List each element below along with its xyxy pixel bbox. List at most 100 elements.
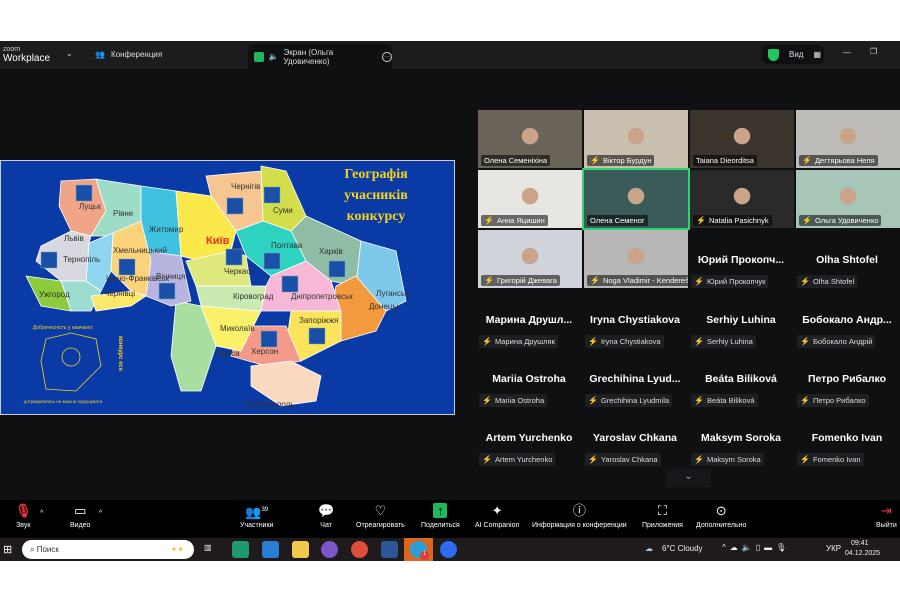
- weather-text[interactable]: 6°C Cloudy: [662, 544, 703, 553]
- more-label: Дополнительно: [696, 522, 747, 529]
- video-tile[interactable]: ⚡ Віктор Бурдун: [584, 110, 688, 168]
- video-tile[interactable]: Taiana Dieorditsa: [690, 110, 794, 168]
- audio-button[interactable]: 🎙 Звук: [15, 503, 32, 529]
- name-badge: ⚡ Юрий Прокопчук: [691, 275, 769, 288]
- audio-options-caret[interactable]: ^: [40, 510, 43, 517]
- ai-companion-button[interactable]: ✦ AI Companion: [475, 503, 519, 529]
- view-button[interactable]: Вид ▦: [762, 45, 824, 64]
- leave-button[interactable]: ⇥ Выйти: [876, 503, 897, 529]
- logo-top-text: Доброчесність у навчанні:: [33, 325, 93, 331]
- language-indicator[interactable]: УКР: [826, 544, 841, 553]
- meeting-tab[interactable]: 👥 Конференция: [95, 50, 162, 59]
- clock-time[interactable]: 09:41: [851, 540, 869, 547]
- minimize-button[interactable]: —: [843, 48, 851, 57]
- name-badge: ⚡ Iryna Chystiakova: [585, 335, 664, 348]
- task-view-icon[interactable]: ▥: [204, 543, 212, 552]
- video-tile[interactable]: ⚡ Natalia Pasichnyk: [690, 170, 794, 228]
- participant-display-name: Fomenko Ivan: [811, 432, 883, 444]
- participant-display-name: Maksym Soroka: [701, 432, 781, 444]
- mic-muted-icon: ⚡: [800, 396, 810, 405]
- participant-name: Artem Yurchenko: [494, 455, 553, 464]
- windows-start-icon[interactable]: ⊞: [3, 543, 12, 556]
- file-explorer-icon[interactable]: [292, 541, 309, 558]
- video-label: Видео: [70, 522, 91, 529]
- participant-display-name: Artem Yurchenko: [485, 432, 573, 444]
- meeting-toolbar: 🎙 Звук ▭ Видео 👥39 Участники 💬 Чат ♡ Отреагир…: [0, 500, 900, 538]
- share-button[interactable]: ↑ Поделиться: [421, 503, 460, 529]
- name-badge: ⚡ Grechihina Lyudmila: [585, 394, 673, 407]
- name-badge: ⚡ Artem Yurchenko: [479, 453, 556, 466]
- video-tile[interactable]: ⚡ Анна Яцишин: [478, 170, 582, 228]
- apps-button[interactable]: ⛶ Приложения: [642, 503, 683, 529]
- word-icon[interactable]: [381, 541, 398, 558]
- name-tile[interactable]: Iryna Chystiakova ⚡ Iryna Chystiakova: [582, 310, 688, 368]
- name-tile[interactable]: Olha Shtofel ⚡ Olha Shtofel: [794, 250, 900, 308]
- city-label: Суми: [273, 206, 293, 215]
- mic-muted-icon: ⚡: [484, 216, 494, 225]
- video-tile[interactable]: Олена Семеніхіна: [478, 110, 582, 168]
- video-tile[interactable]: Олена Семеног: [582, 168, 690, 230]
- restore-button[interactable]: ❐: [870, 47, 877, 56]
- mic-muted-icon: 🎙: [15, 503, 32, 518]
- speaker-icon: 🔈: [268, 52, 279, 61]
- zoom-taskbar-icon[interactable]: [440, 541, 457, 558]
- meeting-info-button[interactable]: ⓘ Информация о конференции: [532, 503, 627, 529]
- mic-muted-icon: ⚡: [588, 396, 598, 405]
- name-tile[interactable]: Artem Yurchenko ⚡ Artem Yurchenko: [476, 428, 582, 486]
- participant-logo-marker: [260, 330, 278, 348]
- chat-button[interactable]: 💬 Чат: [318, 503, 334, 529]
- share-tab[interactable]: 🔈 Экран (Ольга Удовиченко) ···: [248, 44, 392, 69]
- video-tile[interactable]: ⚡ Григорій Джевага: [478, 230, 582, 288]
- participants-count: 39: [261, 507, 269, 513]
- name-tile[interactable]: Beáta Biliková ⚡ Beáta Biliková: [688, 369, 794, 427]
- mic-muted-icon: ⚡: [800, 337, 810, 346]
- video-tile[interactable]: ⚡ Ольга Удовиченко: [796, 170, 900, 228]
- name-badge: ⚡ Natalia Pasichnyk: [693, 215, 772, 226]
- participants-button[interactable]: 👥39 Участники: [240, 503, 273, 529]
- more-icon[interactable]: ···: [382, 51, 392, 62]
- participant-name: Анна Яцишин: [496, 216, 545, 225]
- chevron-down-icon[interactable]: ⌄: [66, 49, 73, 58]
- react-button[interactable]: ♡ Отреагировать: [356, 503, 405, 529]
- edge-icon[interactable]: [232, 541, 249, 558]
- video-tile[interactable]: ⚡ Дегтярьова Неля: [796, 110, 900, 168]
- participant-name: Fomenko Ivan: [812, 455, 861, 464]
- name-tile[interactable]: Петро Рибалко ⚡ Петро Рибалко: [794, 369, 900, 427]
- name-tile[interactable]: Grechihina Lyud... ⚡ Grechihina Lyudmila: [582, 369, 688, 427]
- video-tile[interactable]: ⚡ Noga Vladimir - Kendereš...: [584, 230, 688, 288]
- name-tile[interactable]: Бобокало Андр... ⚡ Бобокало Андрій: [794, 310, 900, 368]
- heart-icon: ♡: [374, 503, 387, 518]
- sparkle-icon: ✦: [491, 503, 503, 518]
- share-label: Поделиться: [421, 522, 460, 529]
- share-status-icon: [254, 51, 264, 62]
- scroll-down-button[interactable]: ⌄: [666, 469, 711, 487]
- name-badge: Олена Семеніхіна: [481, 155, 551, 166]
- outlook-icon[interactable]: [262, 541, 279, 558]
- info-icon: ⓘ: [572, 503, 586, 518]
- chrome-icon[interactable]: [351, 541, 368, 558]
- clock-date[interactable]: 04.12.2025: [845, 550, 880, 557]
- notification-badge: 1: [420, 551, 429, 560]
- viber-icon[interactable]: [321, 541, 338, 558]
- video-options-caret[interactable]: ^: [99, 510, 102, 517]
- participant-name: Віктор Бурдун: [602, 156, 652, 165]
- name-tile[interactable]: Марина Друшл... ⚡ Марина Друшляк: [476, 310, 582, 368]
- more-button[interactable]: ⊙ Дополнительно: [696, 503, 746, 529]
- mic-muted-icon: ⚡: [802, 156, 812, 165]
- name-badge: ⚡ Петро Рибалко: [797, 394, 869, 407]
- mic-muted-icon: ⚡: [802, 216, 812, 225]
- slide-title-line3: конкурсу: [347, 209, 406, 224]
- video-button[interactable]: ▭ Видео: [70, 503, 90, 529]
- participant-name: Taiana Dieorditsa: [696, 156, 754, 165]
- tray-icons[interactable]: ^☁🔈▯▬🎙: [722, 543, 790, 552]
- taskbar-search[interactable]: ⌕ Поиск ✦✦: [22, 540, 194, 559]
- name-tile[interactable]: Serhiy Luhina ⚡ Serhiy Luhina: [688, 310, 794, 368]
- mic-muted-icon: ⚡: [694, 277, 704, 286]
- participant-name: Natalia Pasichnyk: [708, 216, 769, 225]
- name-tile[interactable]: Mariia Ostroha ⚡ Mariia Ostroha: [476, 369, 582, 427]
- name-tile[interactable]: Fomenko Ivan ⚡ Fomenko Ivan: [794, 428, 900, 486]
- name-tile[interactable]: Юрий Прокопч... ⚡ Юрий Прокопчук: [688, 250, 794, 308]
- telegram-taskbar-item[interactable]: 1: [404, 538, 433, 561]
- name-badge: ⚡ Бобокало Андрій: [797, 335, 876, 348]
- participant-display-name: Yaroslav Chkana: [592, 432, 678, 444]
